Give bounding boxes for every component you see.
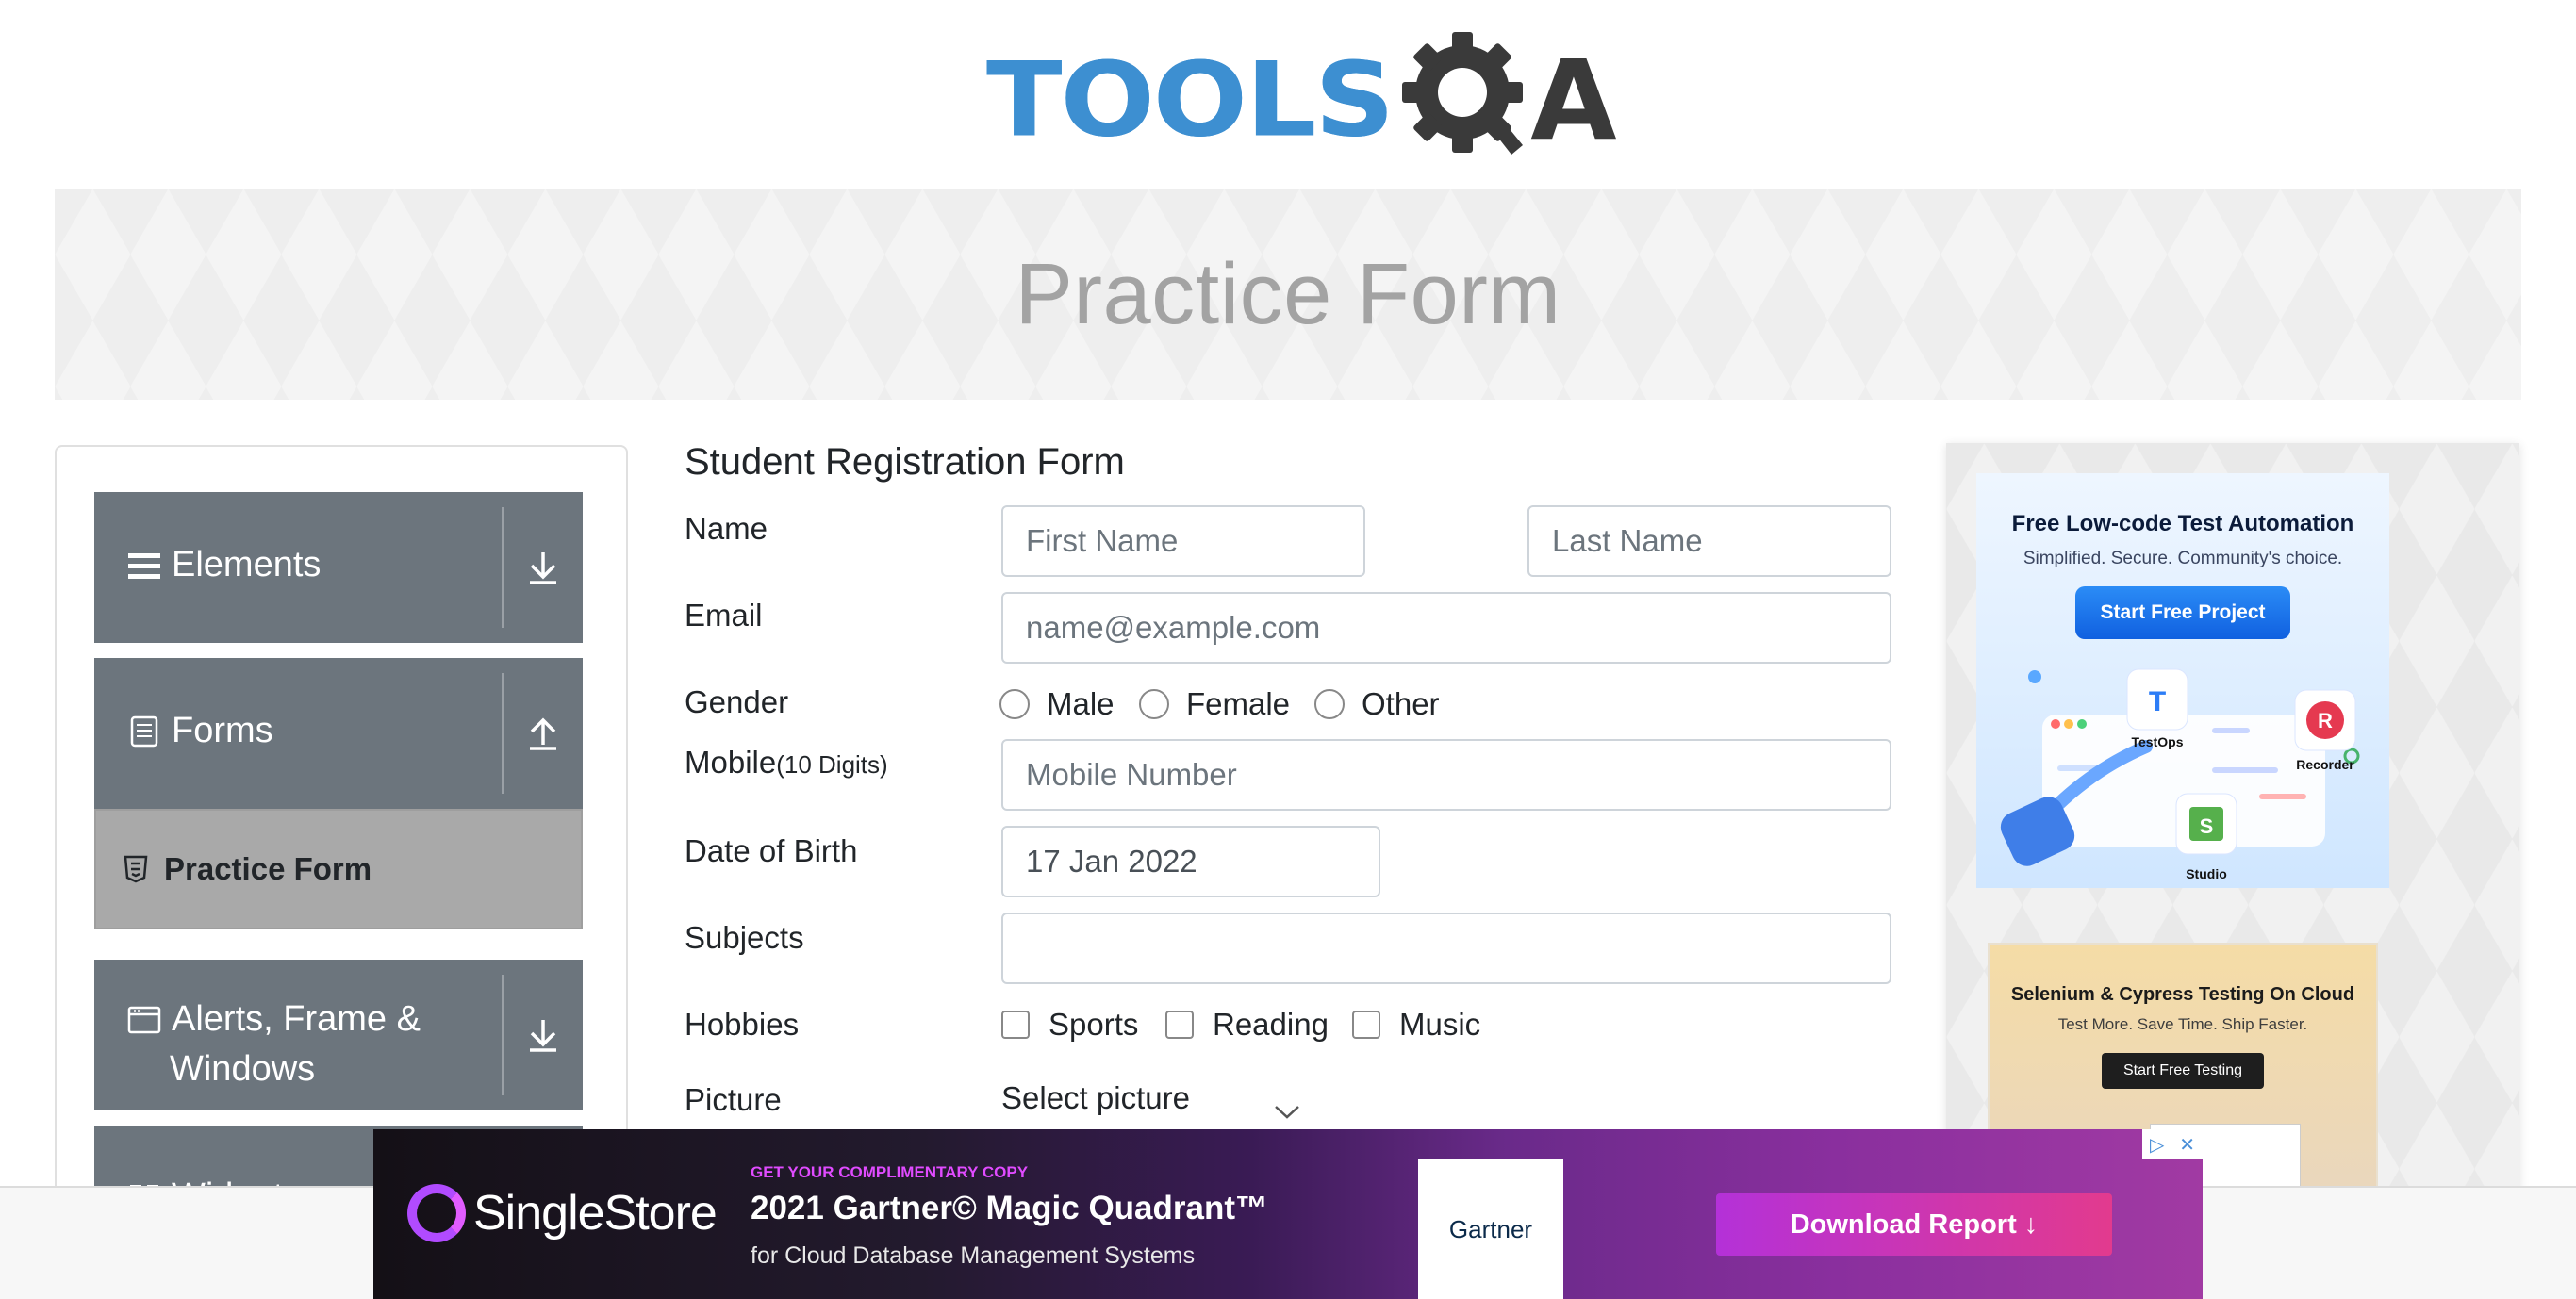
- last-name-input[interactable]: Last Name: [1527, 505, 1891, 577]
- mobile-label-text: Mobile: [685, 745, 777, 780]
- sidebar-item-label: Practice Form: [164, 851, 372, 886]
- gender-radio-female[interactable]: Female: [1139, 686, 1290, 722]
- sidebar-group-forms-label-row: Forms: [126, 711, 273, 751]
- ad-test-automation[interactable]: Free Low-code Test Automation Simplified…: [1976, 473, 2389, 888]
- hobby-checkbox-music[interactable]: Music: [1352, 1007, 1480, 1043]
- start-free-testing-button[interactable]: Start Free Testing: [2102, 1053, 2264, 1089]
- chevron-up-icon[interactable]: [520, 711, 566, 756]
- hamburger-icon: [128, 552, 160, 579]
- email-label: Email: [685, 598, 763, 633]
- close-icon[interactable]: ✕: [2179, 1133, 2195, 1157]
- adchoices-icon[interactable]: ▷: [2150, 1133, 2164, 1157]
- checkbox-label: Reading: [1213, 1007, 1329, 1042]
- radio-label: Female: [1186, 686, 1291, 721]
- brand-name: SingleStore: [473, 1186, 718, 1241]
- sidebar-group-elements-label-row: Elements: [126, 545, 321, 585]
- gartner-logo: Gartner: [1418, 1159, 1563, 1299]
- svg-text:R: R: [2318, 709, 2333, 732]
- toolsqa-logo[interactable]: TOOLS A: [986, 26, 1617, 173]
- document-icon: [130, 715, 158, 747]
- name-label: Name: [685, 511, 768, 546]
- sidebar-group-alerts-label-row: Alerts, Frame & Windows: [126, 999, 421, 1090]
- page-banner: Practice Form: [55, 189, 2521, 400]
- form-title: Student Registration Form: [685, 441, 1125, 483]
- subjects-label: Subjects: [685, 920, 804, 955]
- date-of-birth-input[interactable]: 17 Jan 2022: [1001, 826, 1380, 897]
- ad-subtitle: Simplified. Secure. Community's choice.: [2023, 549, 2343, 568]
- checkbox[interactable]: [1352, 1011, 1380, 1039]
- singlestore-logo: SingleStore: [407, 1184, 718, 1242]
- gender-radio-other[interactable]: Other: [1314, 686, 1440, 722]
- gear-magnifier-icon: [1402, 32, 1524, 155]
- svg-text:S: S: [2200, 814, 2214, 838]
- chevron-down-icon[interactable]: [520, 1012, 566, 1058]
- sidebar-group-forms[interactable]: Forms: [94, 658, 583, 809]
- logo-text-a: A: [1530, 35, 1617, 165]
- ad-title: Free Low-code Test Automation: [2011, 511, 2354, 536]
- hobby-checkbox-sports[interactable]: Sports: [1001, 1007, 1138, 1043]
- sidebar-group-label: Forms: [172, 711, 273, 750]
- chevron-down-icon: [1275, 1106, 1299, 1119]
- checkbox-label: Music: [1399, 1007, 1481, 1042]
- checkbox-label: Sports: [1049, 1007, 1139, 1042]
- html5-icon: [124, 855, 148, 883]
- picture-label: Picture: [685, 1082, 782, 1117]
- first-name-input[interactable]: First Name: [1001, 505, 1365, 577]
- ad-illustration: T TestOps R Recorder S Studio: [2000, 668, 2360, 881]
- gender-radio-male[interactable]: Male: [999, 686, 1115, 722]
- chevron-down-icon[interactable]: [520, 545, 566, 590]
- download-report-button[interactable]: Download Report ↓: [1716, 1193, 2112, 1256]
- hobby-checkbox-reading[interactable]: Reading: [1165, 1007, 1329, 1043]
- checkbox[interactable]: [1001, 1011, 1030, 1039]
- hobbies-label: Hobbies: [685, 1007, 800, 1042]
- sidebar-item-practice-form[interactable]: Practice Form: [94, 809, 583, 929]
- app-label-recorder: Recorder: [2296, 757, 2354, 772]
- mobile-hint: (10 Digits): [776, 750, 888, 779]
- ad-subline: for Cloud Database Management Systems: [751, 1242, 1196, 1269]
- radio-label: Male: [1047, 686, 1115, 721]
- app-label-studio: Studio: [2186, 866, 2227, 881]
- divider: [502, 975, 504, 1095]
- divider: [502, 673, 504, 794]
- radio-button[interactable]: [1314, 689, 1345, 719]
- singlestore-ring-icon: [407, 1184, 466, 1242]
- svg-text:T: T: [2149, 686, 2166, 717]
- sidebar-group-elements[interactable]: Elements: [94, 492, 583, 643]
- radio-button[interactable]: [1139, 689, 1169, 719]
- ad-title: Selenium & Cypress Testing On Cloud: [2010, 984, 2355, 1005]
- ad-subtitle: Test More. Save Time. Ship Faster.: [2057, 1015, 2308, 1033]
- window-icon: [127, 1006, 161, 1033]
- label-line-1: Alerts, Frame &: [126, 999, 421, 1040]
- start-free-project-button[interactable]: Start Free Project: [2075, 586, 2290, 639]
- ad-kicker: GET YOUR COMPLIMENTARY COPY: [751, 1163, 1029, 1181]
- checkbox[interactable]: [1165, 1011, 1194, 1039]
- subjects-input[interactable]: [1001, 913, 1891, 984]
- select-picture-button[interactable]: Select picture: [1001, 1080, 1190, 1116]
- sidebar-group-label-line2: Windows: [170, 1049, 316, 1089]
- app-label-testops: TestOps: [2132, 734, 2184, 749]
- radio-button[interactable]: [999, 689, 1030, 719]
- logo-text-tools: TOOLS: [986, 40, 1395, 160]
- divider: [502, 507, 504, 628]
- page: TOOLS A Practice Form Elements Forms Pra…: [0, 0, 2576, 1299]
- email-input[interactable]: name@example.com: [1001, 592, 1891, 664]
- sidebar-group-alerts-frame-windows[interactable]: Alerts, Frame & Windows: [94, 960, 583, 1110]
- ad-choices[interactable]: ▷ ✕: [2142, 1129, 2203, 1159]
- sidebar-group-label-line1: Alerts, Frame &: [172, 999, 421, 1039]
- bottom-banner-ad[interactable]: SingleStore GET YOUR COMPLIMENTARY COPY …: [373, 1129, 2203, 1299]
- mobile-label: Mobile(10 Digits): [685, 745, 888, 781]
- ad-headline: 2021 Gartner© Magic Quadrant™: [751, 1190, 1269, 1226]
- gender-label: Gender: [685, 684, 789, 719]
- page-title: Practice Form: [1015, 245, 1561, 342]
- date-of-birth-label: Date of Birth: [685, 833, 858, 868]
- mobile-number-input[interactable]: Mobile Number: [1001, 739, 1891, 811]
- sidebar-group-label: Elements: [172, 545, 322, 584]
- radio-label: Other: [1362, 686, 1440, 721]
